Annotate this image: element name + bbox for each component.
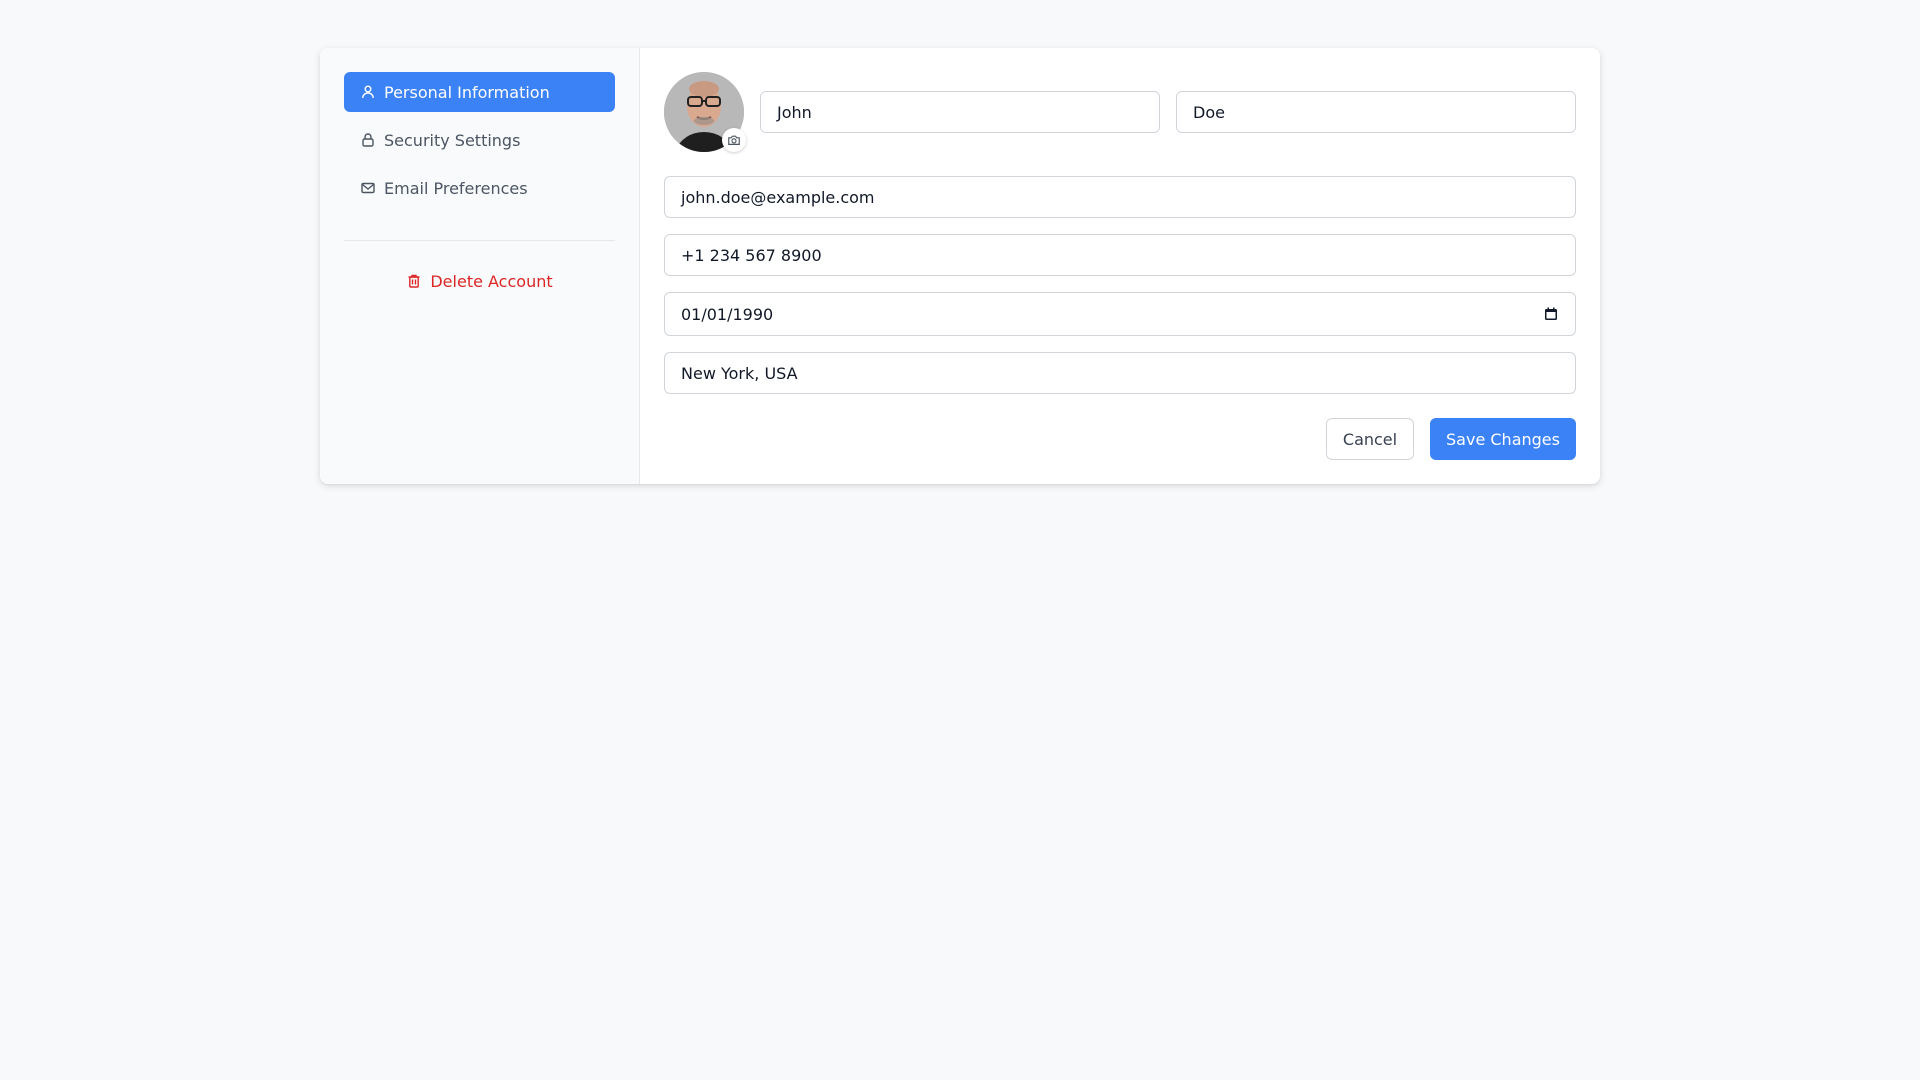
sidebar-divider (344, 240, 615, 241)
calendar-icon[interactable] (1543, 306, 1559, 322)
email-field[interactable]: john.doe@example.com (664, 176, 1576, 218)
cancel-button[interactable]: Cancel (1326, 418, 1414, 460)
birth-date-field[interactable]: 01/01/1990 (664, 292, 1576, 336)
settings-card: Personal Information Security Settings E… (320, 48, 1600, 484)
delete-account-label: Delete Account (430, 271, 553, 291)
user-icon (360, 84, 376, 100)
profile-header-row: John Doe (664, 72, 1576, 152)
sidebar-item-personal-information[interactable]: Personal Information (344, 72, 615, 112)
sidebar-item-security-settings[interactable]: Security Settings (344, 120, 615, 160)
change-photo-button[interactable] (722, 128, 746, 152)
delete-account-button[interactable]: Delete Account (344, 261, 615, 301)
camera-icon (727, 133, 741, 147)
form-actions: Cancel Save Changes (664, 418, 1576, 460)
phone-field[interactable]: +1 234 567 8900 (664, 234, 1576, 276)
lock-icon (360, 132, 376, 148)
sidebar-item-label: Security Settings (384, 130, 521, 150)
birth-date-value: 01/01/1990 (681, 304, 774, 324)
sidebar-item-label: Email Preferences (384, 178, 528, 198)
save-changes-button[interactable]: Save Changes (1430, 418, 1576, 460)
sidebar-item-label: Personal Information (384, 82, 550, 102)
location-field[interactable]: New York, USA (664, 352, 1576, 394)
last-name-input[interactable]: Doe (1176, 91, 1576, 133)
trash-icon (406, 273, 422, 289)
settings-sidebar: Personal Information Security Settings E… (320, 48, 640, 484)
sidebar-item-email-preferences[interactable]: Email Preferences (344, 168, 615, 208)
name-fields: John Doe (760, 91, 1576, 133)
first-name-input[interactable]: John (760, 91, 1160, 133)
avatar-container[interactable] (664, 72, 746, 152)
mail-icon (360, 180, 376, 196)
profile-form: John Doe john.doe@example.com +1 234 567… (640, 48, 1600, 484)
